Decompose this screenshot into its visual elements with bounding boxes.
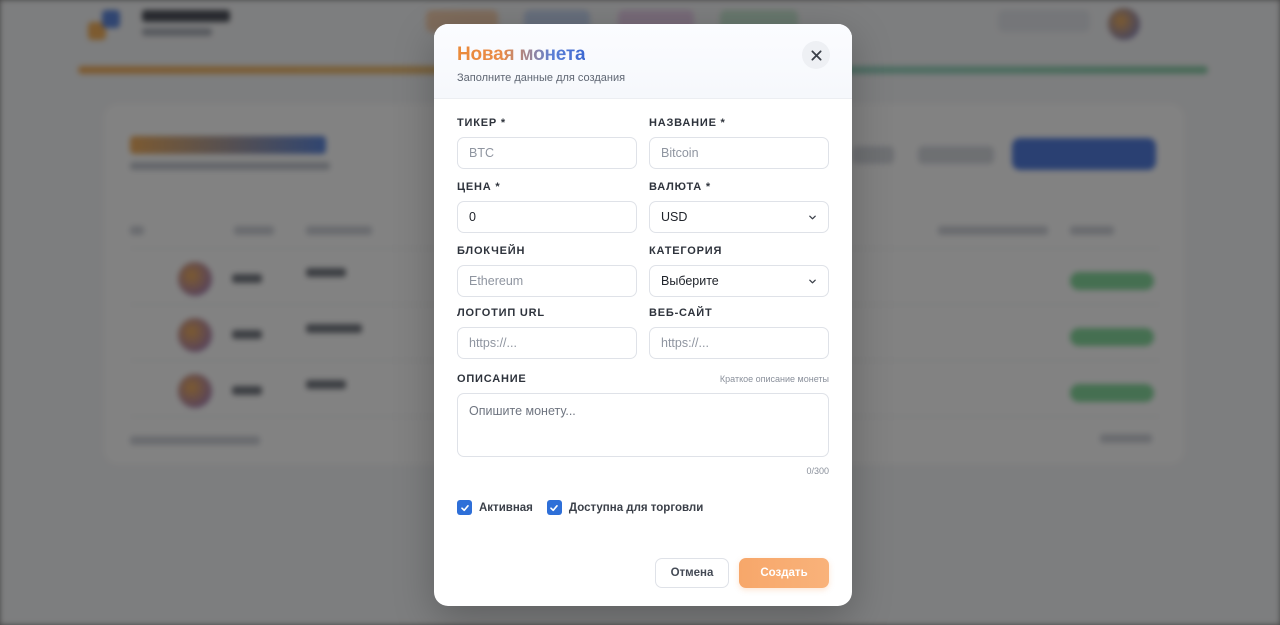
logo-url-field: ЛОГОТИП URL <box>457 307 637 359</box>
check-icon <box>550 504 559 511</box>
blockchain-input[interactable] <box>457 265 637 297</box>
category-select[interactable]: Выберите <box>649 265 829 297</box>
blockchain-field: БЛОКЧЕЙН <box>457 245 637 297</box>
character-counter: 0/300 <box>806 466 829 476</box>
description-textarea[interactable] <box>457 393 829 457</box>
name-field: НАЗВАНИЕ * <box>649 117 829 169</box>
description-label: ОПИСАНИЕ <box>457 373 527 385</box>
active-checkbox[interactable]: Активная <box>457 500 533 515</box>
category-label: КАТЕГОРИЯ <box>649 245 723 257</box>
category-field: КАТЕГОРИЯ Выберите <box>649 245 829 297</box>
close-icon <box>810 49 822 61</box>
name-label: НАЗВАНИЕ * <box>649 117 726 129</box>
website-field: ВЕБ-САЙТ <box>649 307 829 359</box>
logo-url-input[interactable] <box>457 327 637 359</box>
active-label: Активная <box>479 501 533 514</box>
modal-title: Новая монета <box>457 44 586 65</box>
new-coin-modal: Новая монета Заполните данные для создан… <box>434 24 852 606</box>
ticker-label: ТИКЕР * <box>457 117 506 129</box>
close-button[interactable] <box>802 41 830 69</box>
tradable-label: Доступна для торговли <box>568 501 704 514</box>
currency-select[interactable]: USD <box>649 201 829 233</box>
modal-subtitle: Заполните данные для создания <box>457 72 626 84</box>
website-input[interactable] <box>649 327 829 359</box>
chevron-down-icon <box>809 215 816 219</box>
name-input[interactable] <box>649 137 829 169</box>
chevron-down-icon <box>809 279 816 283</box>
price-input[interactable] <box>457 201 637 233</box>
check-icon <box>460 504 469 511</box>
checkbox-checked[interactable] <box>457 500 472 515</box>
currency-selected-value: USD <box>661 210 688 224</box>
modal-footer: Отмена Создать <box>434 558 852 588</box>
description-field: ОПИСАНИЕ Краткое описание монеты 0/300 <box>457 373 829 476</box>
ticker-input[interactable] <box>457 137 637 169</box>
currency-field: ВАЛЮТА * USD <box>649 181 829 233</box>
category-selected-value: Выберите <box>661 274 719 288</box>
blockchain-label: БЛОКЧЕЙН <box>457 245 526 257</box>
modal-body: ТИКЕР * НАЗВАНИЕ * ЦЕНА * ВАЛЮТА * USD <box>434 99 852 515</box>
cancel-button[interactable]: Отмена <box>655 558 729 588</box>
price-label: ЦЕНА * <box>457 181 501 193</box>
modal-header: Новая монета Заполните данные для создан… <box>434 24 852 99</box>
ticker-field: ТИКЕР * <box>457 117 637 169</box>
currency-label: ВАЛЮТА * <box>649 181 711 193</box>
price-field: ЦЕНА * <box>457 181 637 233</box>
create-button[interactable]: Создать <box>739 558 829 588</box>
logo-url-label: ЛОГОТИП URL <box>457 307 545 319</box>
description-hint: Краткое описание монеты <box>719 374 829 384</box>
website-label: ВЕБ-САЙТ <box>649 307 713 319</box>
options-row: Активная Доступна для торговли <box>457 500 829 515</box>
tradable-checkbox[interactable]: Доступна для торговли <box>546 500 704 515</box>
checkbox-checked[interactable] <box>546 500 562 515</box>
